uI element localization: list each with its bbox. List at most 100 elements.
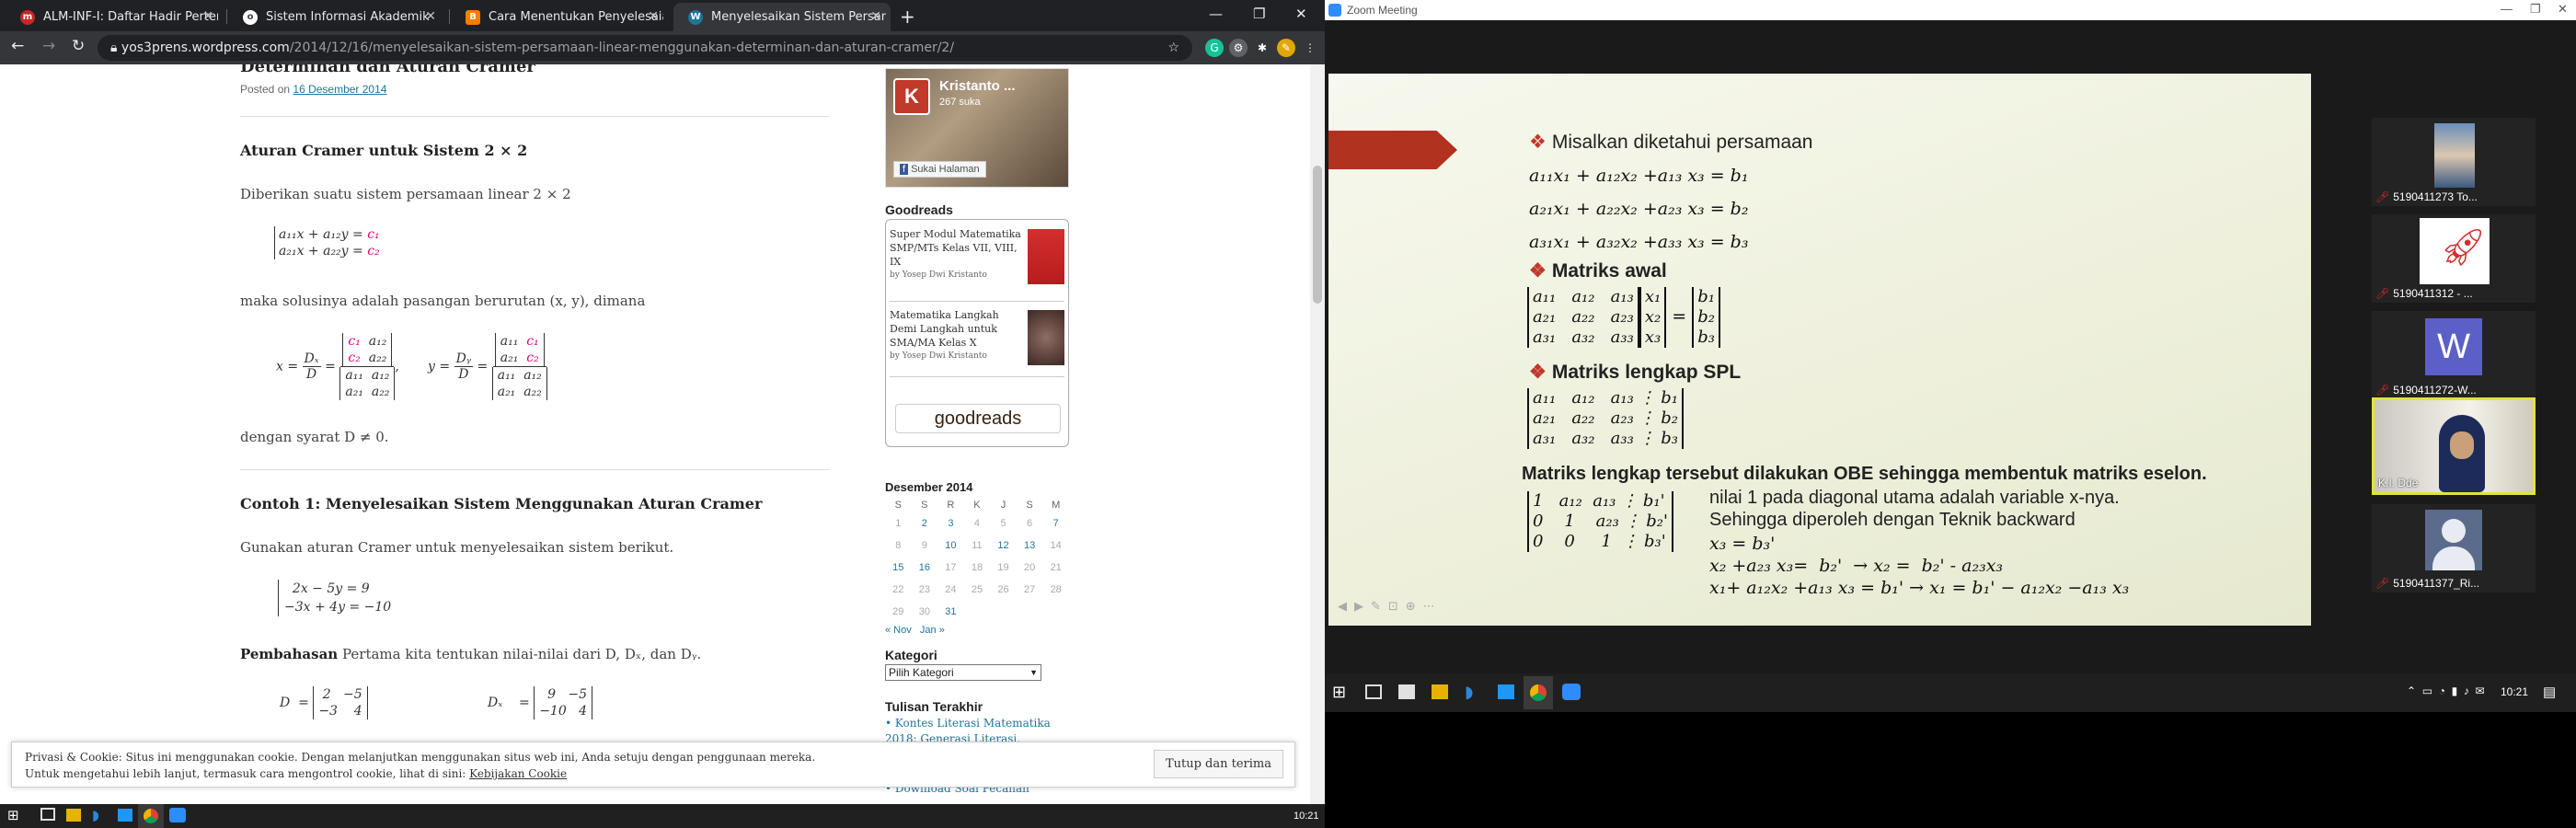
- slide-obe-line-1: nilai 1 pada diagonal utama adalah varia…: [1709, 488, 2120, 508]
- book-item[interactable]: Super Modul Matematika SMP/MTs Kelas VII…: [890, 227, 1028, 282]
- edge-icon[interactable]: ◗: [1465, 683, 1483, 702]
- book-item[interactable]: Matematika Langkah Demi Langkah untuk SM…: [890, 308, 1028, 363]
- fb-like-count: 267 suka: [939, 97, 981, 108]
- calendar-day-link[interactable]: 10: [937, 535, 964, 557]
- address-bar[interactable]: 🔒︎ yos3prens.wordpress.com/2014/12/16/me…: [98, 35, 1192, 61]
- posted-prefix: Posted on: [240, 83, 291, 96]
- calendar-prev-link[interactable]: « Nov: [885, 625, 912, 636]
- taskbar-clock[interactable]: 10:21: [2501, 685, 2528, 698]
- close-tab-icon[interactable]: ✕: [648, 9, 659, 24]
- calendar-day-link[interactable]: 7: [1042, 512, 1069, 535]
- mail-icon[interactable]: [118, 809, 132, 822]
- example-system: 2x − 5y = 9 −3x + 4y = −10: [278, 580, 391, 616]
- participant-video-2[interactable]: 🚀︎ 🎤︎ 5190411312 - ...: [2372, 214, 2536, 303]
- solution-text: maka solusinya adalah pasangan berurutan…: [240, 293, 646, 309]
- chrome-taskbar-button[interactable]: [138, 804, 164, 828]
- participant-video-1[interactable]: 🎤︎ 5190411273 To...: [2372, 118, 2536, 206]
- posted-date-link[interactable]: 16 Desember 2014: [293, 83, 386, 96]
- zoom-titlebar: Zoom Meeting — ❐ ✕: [1325, 0, 2576, 20]
- kategori-select[interactable]: Pilih Kategori ▼: [885, 664, 1041, 681]
- chrome-taskbar-button[interactable]: [1524, 676, 1553, 709]
- goodreads-logo[interactable]: goodreads: [895, 404, 1061, 433]
- system-tray-icons[interactable]: ⌃ ▭ ◔ ▮ ♪ ✉: [2407, 684, 2485, 697]
- forward-icon[interactable]: →: [42, 37, 55, 55]
- slide-backward-1: x₃ = b₃': [1709, 534, 1776, 554]
- page-scrollbar[interactable]: [1310, 64, 1325, 804]
- file-explorer-icon[interactable]: [1432, 684, 1448, 699]
- participant-video-5[interactable]: 🎤︎ 5190411377_Ri...: [2372, 504, 2536, 592]
- extensions-puzzle-icon[interactable]: ✱: [1253, 39, 1271, 57]
- calendar-day-link[interactable]: 3: [937, 512, 964, 535]
- book-cover-image[interactable]: [1028, 310, 1064, 365]
- book-title[interactable]: Super Modul Matematika SMP/MTs Kelas VII…: [890, 227, 1028, 269]
- calendar-nav: « Nov Jan »: [885, 625, 1069, 636]
- participant-video-4-active[interactable]: K.I. Dde: [2372, 397, 2536, 495]
- tab-menyelesaikan-sistem[interactable]: W Menyelesaikan Sistem Persamaa ✕: [673, 3, 891, 31]
- sia-favicon-icon: o: [243, 9, 258, 25]
- facebook-page-widget[interactable]: K Kristanto ... 267 suka f Sukai Halaman: [885, 68, 1069, 188]
- task-view-icon[interactable]: [1365, 684, 1382, 699]
- maximize-icon[interactable]: ❐: [1253, 6, 1265, 22]
- store-icon[interactable]: [1398, 684, 1415, 699]
- calendar-day-link[interactable]: 2: [912, 512, 938, 535]
- calendar-day-link[interactable]: 16: [912, 557, 938, 579]
- pen-extension-icon[interactable]: ✎: [1277, 39, 1295, 57]
- calendar-day-link[interactable]: 15: [885, 557, 912, 579]
- slide-bullet-2-text: Matriks awal: [1551, 260, 1667, 282]
- book-cover-image[interactable]: [1028, 229, 1064, 284]
- tab-sistem-informasi[interactable]: o Sistem Informasi Akademik ✕: [228, 3, 445, 31]
- calendar-day: 19: [997, 562, 1009, 573]
- menu-dots-icon[interactable]: ⋮: [1301, 39, 1319, 57]
- calendar-day-link[interactable]: 31: [937, 601, 964, 623]
- pembahasan-paragraph: Pembahasan Pertama kita tentukan nilai-n…: [240, 646, 701, 662]
- new-tab-button[interactable]: +: [900, 6, 915, 28]
- task-view-icon[interactable]: [40, 808, 55, 821]
- determinant-dx: Dₓ = 9 −5 −10 4: [488, 686, 592, 719]
- windows-start-icon[interactable]: ⊞: [1332, 683, 1351, 702]
- reload-icon[interactable]: ↻: [72, 37, 85, 55]
- zoom-app-icon: [1328, 4, 1341, 17]
- zoom-taskbar-icon[interactable]: [169, 808, 186, 822]
- book-title[interactable]: Matematika Langkah Demi Langkah untuk SM…: [890, 308, 1028, 350]
- mail-icon[interactable]: [1498, 684, 1514, 699]
- calendar-day-link[interactable]: 13: [1017, 535, 1043, 557]
- accept-cookie-button[interactable]: Tutup dan terima: [1153, 750, 1283, 778]
- participant-name-text: 5190411377_Ri...: [2393, 577, 2480, 590]
- slide-bullet-1-text: Misalkan diketahui persamaan: [1551, 132, 1813, 153]
- slide-show-controls[interactable]: ◀▶✎⊡⊕⋯: [1338, 600, 1443, 614]
- minimize-icon[interactable]: —: [2501, 2, 2513, 16]
- close-tab-icon[interactable]: ✕: [202, 9, 213, 24]
- participant-video-3[interactable]: W 🎤︎ 5190411272-W...: [2372, 311, 2536, 399]
- calendar-day-link[interactable]: 12: [990, 535, 1017, 557]
- close-window-icon[interactable]: ✕: [2558, 2, 2568, 17]
- example-eq-2: −3x + 4y = −10: [284, 600, 392, 615]
- cookie-policy-link[interactable]: Kebijakan Cookie: [469, 767, 567, 780]
- tab-cara-menentukan[interactable]: B Cara Menentukan Penyelesaian S ✕: [451, 3, 668, 31]
- tab-alm-daftar-hadir[interactable]: m ALM-INF-I: Daftar Hadir Pertemu ✕: [6, 3, 223, 31]
- close-tab-icon[interactable]: ✕: [425, 9, 436, 24]
- close-window-icon[interactable]: ✕: [1295, 6, 1307, 22]
- maximize-icon[interactable]: ❐: [2530, 2, 2541, 17]
- fb-page-name[interactable]: Kristanto ...: [939, 78, 1016, 94]
- settings-extension-icon[interactable]: ⚙: [1229, 39, 1248, 57]
- notification-icon[interactable]: ▤: [2543, 684, 2556, 700]
- minimize-icon[interactable]: —: [1209, 6, 1223, 22]
- participant-photo: [2434, 123, 2475, 188]
- calendar-next-link[interactable]: Jan »: [920, 625, 945, 636]
- cookie-text-1: Privasi & Cookie: Situs ini menggunakan …: [25, 751, 816, 764]
- cookie-text-2: Untuk mengetahui lebih lanjut, termasuk …: [25, 767, 567, 780]
- zoom-taskbar-icon[interactable]: [1562, 684, 1581, 700]
- edge-icon[interactable]: ◗: [92, 807, 110, 825]
- back-icon[interactable]: ←: [11, 37, 24, 55]
- fb-like-button[interactable]: f Sukai Halaman: [893, 161, 986, 178]
- file-explorer-icon[interactable]: [66, 809, 81, 822]
- taskbar-clock[interactable]: 10:21: [1294, 811, 1319, 822]
- grammarly-icon[interactable]: G: [1205, 39, 1224, 57]
- windows-start-icon[interactable]: ⊞: [7, 807, 26, 825]
- close-tab-icon[interactable]: ✕: [870, 9, 881, 24]
- slide-equation-2: a₂₁x₁ + a₂₂x₂ +a₂₃ x₃ = b₂: [1529, 199, 1749, 219]
- fb-like-label: Sukai Halaman: [911, 164, 980, 175]
- scrollbar-thumb[interactable]: [1313, 166, 1322, 304]
- bookmark-star-icon[interactable]: ☆: [1167, 35, 1179, 61]
- rocket-image-icon: 🚀︎: [2440, 226, 2487, 269]
